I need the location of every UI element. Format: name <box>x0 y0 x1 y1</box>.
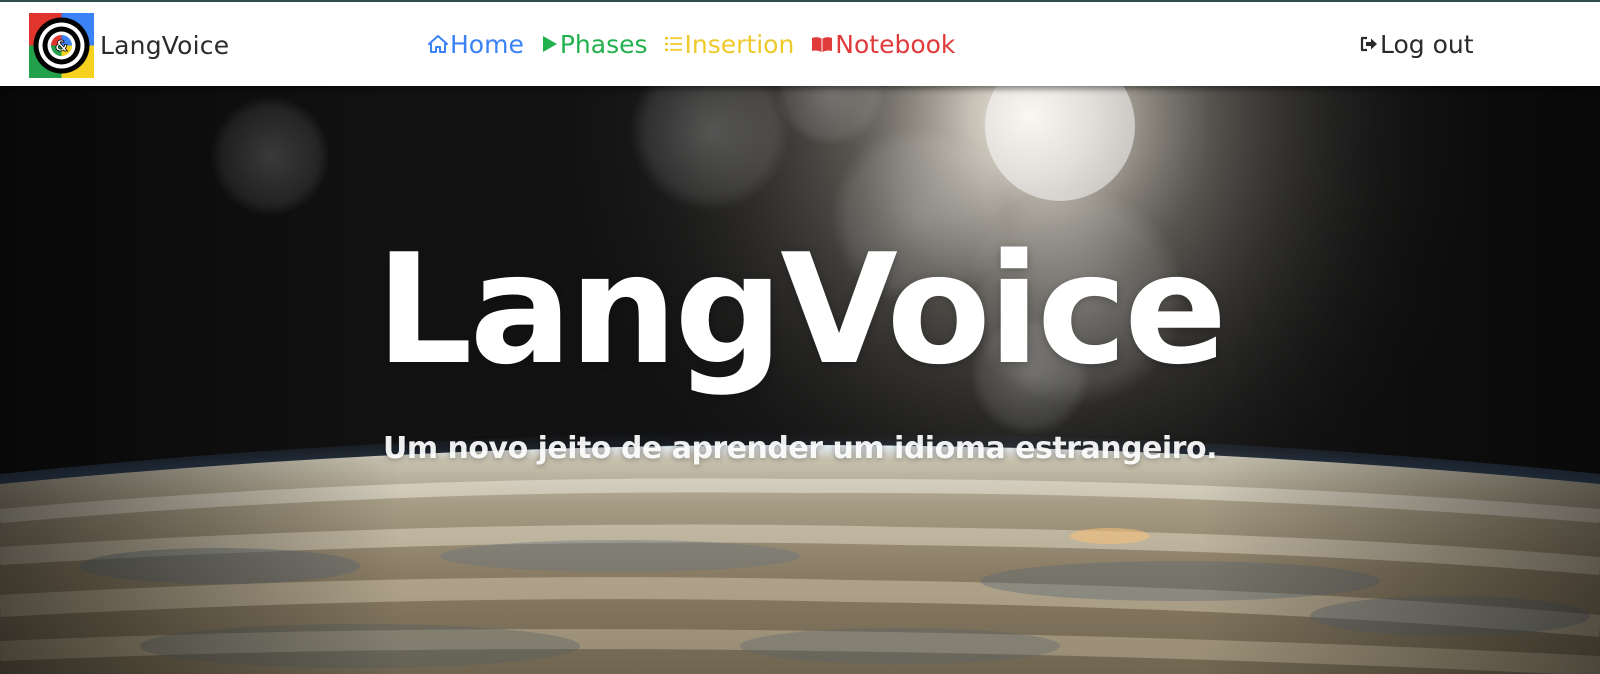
open-book-icon <box>811 36 833 53</box>
nav-link-home[interactable]: Home <box>428 30 524 59</box>
brand-name: LangVoice <box>100 30 230 60</box>
nav-link-notebook-label: Notebook <box>835 29 956 59</box>
nav-link-insertion-label: Insertion <box>684 29 795 59</box>
sign-out-icon <box>1360 36 1378 52</box>
hero-title: LangVoice <box>375 221 1227 398</box>
play-icon <box>541 35 558 53</box>
logout-label: Log out <box>1380 29 1474 59</box>
list-icon <box>664 36 683 52</box>
svg-text:&: & <box>55 37 68 55</box>
nav-link-insertion[interactable]: Insertion <box>664 29 795 59</box>
hero-section: LangVoice Um novo jeito de aprender um i… <box>0 86 1600 674</box>
langvoice-logo-icon: & <box>29 12 94 78</box>
nav-link-phases[interactable]: Phases <box>541 30 648 59</box>
home-icon <box>428 35 448 53</box>
brand-link[interactable]: & LangVoice <box>29 12 229 78</box>
hero-subtitle: Um novo jeito de aprender um idioma estr… <box>382 431 1218 466</box>
main-nav: Home Phases Insertion Notebook <box>428 2 972 86</box>
top-navbar: & LangVoice Home Phases Insertion Notebo… <box>0 0 1600 86</box>
logout-link[interactable]: Log out <box>1360 2 1474 86</box>
nav-link-home-label: Home <box>450 29 524 59</box>
nav-link-notebook[interactable]: Notebook <box>811 30 955 59</box>
nav-link-phases-label: Phases <box>559 29 648 59</box>
